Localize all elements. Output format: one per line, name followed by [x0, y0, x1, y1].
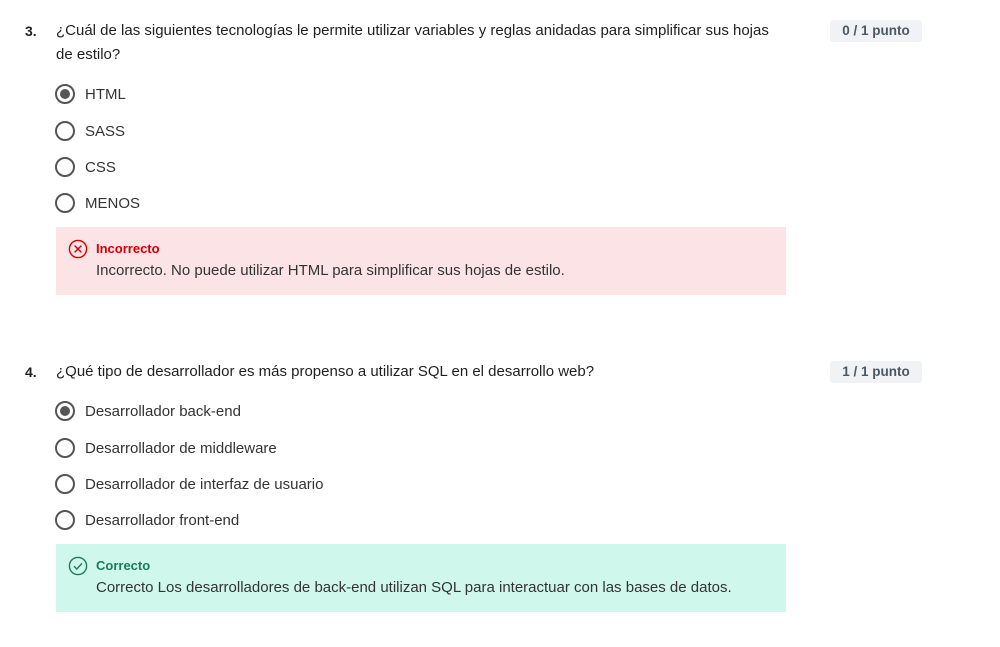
option-menos[interactable]: MENOS	[55, 192, 655, 214]
question-text: ¿Qué tipo de desarrollador es más propen…	[56, 363, 595, 380]
question-number: 3.	[25, 23, 37, 39]
feedback-incorrect: Incorrecto Incorrecto. No puede utilizar…	[56, 227, 786, 295]
option-label: Desarrollador de interfaz de usuario	[85, 475, 324, 493]
feedback-status: Correcto	[96, 558, 151, 573]
x-circle-icon	[68, 239, 88, 259]
option-html[interactable]: HTML	[55, 83, 655, 105]
option-label: Desarrollador de middleware	[85, 439, 277, 457]
radio-unchecked-icon[interactable]	[55, 157, 75, 177]
option-label: MENOS	[85, 194, 141, 212]
radio-unchecked-icon[interactable]	[55, 438, 75, 458]
option-back-end[interactable]: Desarrollador back-end	[55, 400, 655, 422]
radio-checked-icon[interactable]	[55, 84, 75, 104]
option-label: Desarrollador front-end	[85, 511, 240, 529]
radio-unchecked-icon[interactable]	[55, 121, 75, 141]
question-number: 4.	[25, 364, 37, 380]
feedback-message: Incorrecto. No puede utilizar HTML para …	[96, 262, 565, 279]
feedback-message: Correcto Los desarrolladores de back-end…	[96, 579, 732, 596]
radio-unchecked-icon[interactable]	[55, 474, 75, 494]
check-circle-icon	[68, 556, 88, 576]
option-label: CSS	[85, 158, 116, 176]
radio-unchecked-icon[interactable]	[55, 193, 75, 213]
option-css[interactable]: CSS	[55, 156, 655, 178]
feedback-correct: Correcto Correcto Los desarrolladores de…	[56, 544, 786, 612]
option-ui-developer[interactable]: Desarrollador de interfaz de usuario	[55, 473, 655, 495]
radio-unchecked-icon[interactable]	[55, 510, 75, 530]
score-badge: 0 / 1 punto	[830, 20, 922, 42]
score-badge: 1 / 1 punto	[830, 361, 922, 383]
radio-checked-icon[interactable]	[55, 401, 75, 421]
option-middleware[interactable]: Desarrollador de middleware	[55, 437, 655, 459]
option-label: HTML	[85, 85, 126, 103]
option-label: Desarrollador back-end	[85, 402, 241, 420]
option-label: SASS	[85, 122, 126, 140]
feedback-status: Incorrecto	[96, 241, 160, 256]
question-text: ¿Cuál de las siguientes tecnologías le p…	[56, 22, 769, 63]
option-sass[interactable]: SASS	[55, 120, 655, 142]
option-front-end[interactable]: Desarrollador front-end	[55, 509, 655, 531]
